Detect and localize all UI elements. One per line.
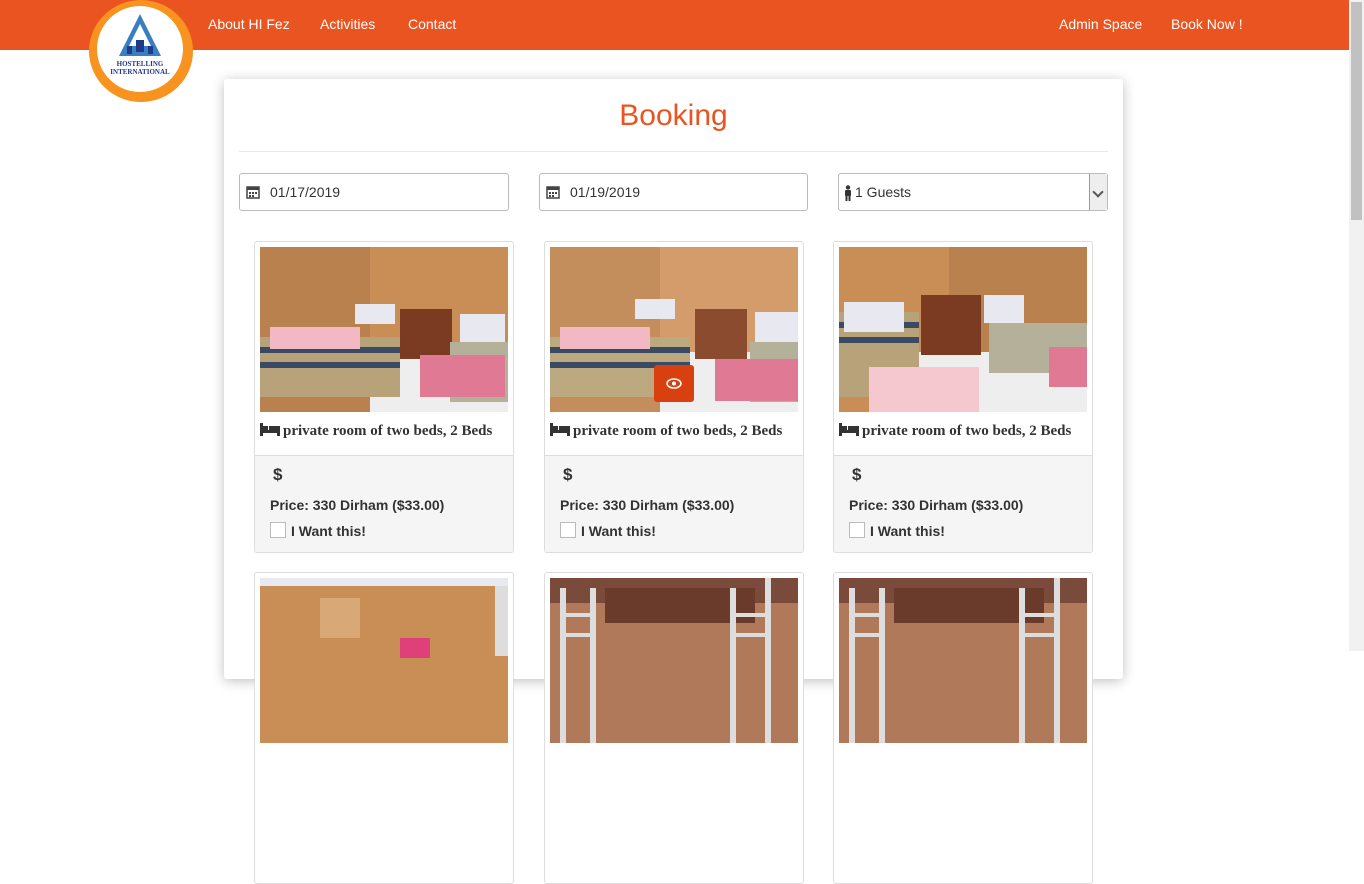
want-label[interactable]: I Want this! <box>291 523 366 539</box>
logo-text: HOSTELLING INTERNATIONAL <box>110 60 170 76</box>
person-icon <box>845 185 851 201</box>
currency-icon: $ <box>273 465 283 484</box>
room-card <box>254 572 514 884</box>
room-price: Price: 330 Dirham ($33.00) <box>560 497 735 513</box>
page-scrollbar[interactable] <box>1349 0 1364 651</box>
bed-icon <box>839 423 859 436</box>
guests-select[interactable]: 1 Guests <box>838 173 1108 211</box>
room-card: private room of two beds, 2 Beds $ Price… <box>544 241 804 553</box>
want-checkbox[interactable] <box>560 522 576 538</box>
currency-icon: $ <box>852 465 862 484</box>
room-photo[interactable] <box>839 578 1087 743</box>
chevron-down-icon[interactable] <box>1089 174 1107 210</box>
bed-icon <box>550 423 570 436</box>
hostelling-international-logo[interactable]: HOSTELLING INTERNATIONAL <box>89 0 193 102</box>
calendar-icon <box>246 186 260 199</box>
room-title: private room of two beds, 2 Beds <box>550 423 800 440</box>
room-photo[interactable] <box>260 247 508 412</box>
currency-icon: $ <box>563 465 573 484</box>
want-label[interactable]: I Want this! <box>581 523 656 539</box>
room-photo[interactable] <box>550 578 798 743</box>
room-price: Price: 330 Dirham ($33.00) <box>849 497 1024 513</box>
booking-title: Booking <box>619 99 728 132</box>
room-card <box>833 572 1093 884</box>
eye-icon <box>666 378 682 389</box>
title-divider <box>239 151 1108 152</box>
room-price: Price: 330 Dirham ($33.00) <box>270 497 445 513</box>
view-room-button[interactable] <box>654 365 694 402</box>
room-card: private room of two beds, 2 Beds $ Price… <box>254 241 514 553</box>
want-checkbox[interactable] <box>270 522 286 538</box>
bed-icon <box>260 423 280 436</box>
logo-inner: HOSTELLING INTERNATIONAL <box>97 6 183 92</box>
calendar-icon <box>546 186 560 199</box>
nav-admin-space[interactable]: Admin Space <box>1059 16 1142 32</box>
card-footer: $ Price: 330 Dirham ($33.00) I Want this… <box>834 455 1092 552</box>
hostel-tree-icon <box>119 14 161 56</box>
room-photo[interactable] <box>839 247 1087 412</box>
scrollbar-thumb[interactable] <box>1351 2 1362 220</box>
checkout-value: 01/19/2019 <box>570 184 641 200</box>
checkin-value: 01/17/2019 <box>270 184 341 200</box>
room-title: private room of two beds, 2 Beds <box>260 423 510 440</box>
want-checkbox[interactable] <box>849 522 865 538</box>
checkin-date-field[interactable]: 01/17/2019 <box>239 173 509 211</box>
room-card: private room of two beds, 2 Beds $ Price… <box>833 241 1093 553</box>
want-label[interactable]: I Want this! <box>870 523 945 539</box>
nav-book-now[interactable]: Book Now ! <box>1171 16 1243 32</box>
nav-contact[interactable]: Contact <box>408 16 456 32</box>
card-footer: $ Price: 330 Dirham ($33.00) I Want this… <box>255 455 513 552</box>
top-navbar: About HI Fez Activities Contact Admin Sp… <box>0 0 1349 50</box>
nav-about[interactable]: About HI Fez <box>208 16 290 32</box>
nav-activities[interactable]: Activities <box>320 16 375 32</box>
room-card <box>544 572 804 884</box>
card-footer: $ Price: 330 Dirham ($33.00) I Want this… <box>545 455 803 552</box>
guests-value: 1 Guests <box>855 184 912 200</box>
room-title: private room of two beds, 2 Beds <box>839 423 1089 440</box>
room-photo[interactable] <box>260 578 508 743</box>
checkout-date-field[interactable]: 01/19/2019 <box>539 173 808 211</box>
